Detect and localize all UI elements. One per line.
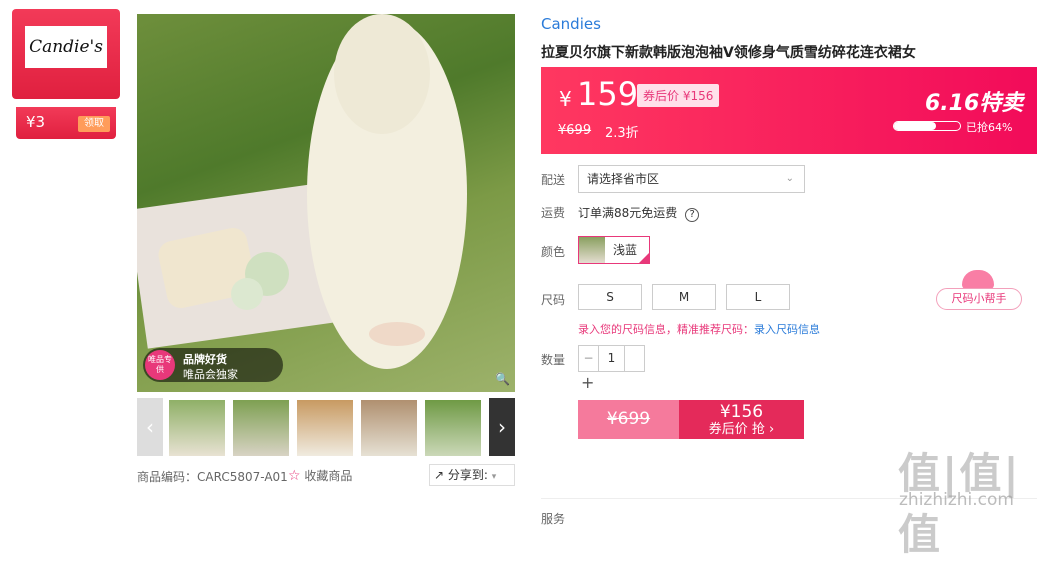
product-photo [137, 14, 467, 369]
brand-card[interactable]: Candie's ¥3 领取 [12, 9, 120, 139]
exclusive-badge-icon: 唯品专供 [145, 350, 175, 380]
color-label: 颜色 [541, 245, 566, 259]
size-option-s[interactable]: S [578, 284, 642, 310]
thumbnail[interactable] [361, 400, 417, 456]
share-label: 分享到: [447, 468, 488, 482]
coupon-value: ¥3 [26, 113, 46, 131]
size-option-m[interactable]: M [652, 284, 716, 310]
color-option-label: 浅蓝 [613, 243, 638, 257]
region-placeholder: 请选择省市区 [587, 172, 660, 186]
size-tip: 录入您的尺码信息，精准推荐尺码：录入尺码信息 [578, 321, 820, 337]
quantity-minus-button[interactable]: − [579, 346, 599, 371]
shipping-text: 订单满88元免运费 [578, 206, 678, 220]
promo-title: 6.16特卖 [925, 91, 1024, 116]
thumbnail[interactable] [169, 400, 225, 456]
size-option-l[interactable]: L [726, 284, 790, 310]
thumbnail-next-button[interactable]: › [489, 398, 515, 456]
sku-code: 商品编码：CARC5807-A01 [137, 468, 288, 485]
shipping-info: 订单满88元免运费 ? [578, 204, 700, 222]
brand-card-header: Candie's [12, 9, 120, 99]
color-swatch [579, 237, 605, 263]
share-icon: ↗ [434, 468, 445, 482]
exclusive-badge-title: 品牌好货 [183, 353, 227, 366]
chevron-down-icon: ▾ [491, 472, 497, 482]
current-price: 159 [577, 75, 639, 113]
sold-progress-bar [893, 121, 961, 131]
quantity-input[interactable]: 1 [599, 346, 624, 371]
delivery-label: 配送 [541, 173, 566, 187]
star-icon: ☆ [288, 468, 301, 484]
quantity-label: 数量 [541, 353, 566, 367]
brand-link[interactable]: Candies [541, 15, 601, 33]
sku-label: 商品编码： [137, 470, 198, 484]
original-price-button[interactable]: ¥699 [578, 400, 679, 439]
brand-coupon[interactable]: ¥3 领取 [16, 107, 116, 139]
exclusive-badge-subtitle: 唯品会独家 [183, 368, 238, 381]
quantity-plus-button[interactable]: + [581, 373, 594, 392]
thumbnail[interactable] [233, 400, 289, 456]
discount-rate: 2.3折 [605, 126, 639, 141]
chevron-down-icon: ⌄ [785, 173, 794, 184]
sku-value: CARC5807-A01 [197, 470, 288, 484]
sold-percent: 已抢64% [966, 121, 1013, 134]
size-helper-button[interactable]: 尺码小帮手 [936, 288, 1022, 310]
quantity-stepper-end [624, 346, 644, 371]
share-dropdown[interactable]: ↗ 分享到: ▾ [429, 464, 515, 486]
price-panel: ¥ 159 券后价 ¥156 ¥699 2.3折 6.16特卖 已抢64% [541, 67, 1037, 154]
shipping-label: 运费 [541, 206, 566, 220]
currency-symbol: ¥ [559, 87, 572, 111]
mascot-icon [962, 270, 994, 290]
sold-progress-fill [894, 122, 937, 130]
thumbnail-prev-button[interactable]: ‹ [137, 398, 163, 456]
quantity-stepper: − 1 [578, 345, 645, 372]
thumbnail[interactable] [425, 400, 481, 456]
brand-logo: Candie's [25, 26, 107, 68]
product-main-image[interactable]: 唯品专供 品牌好货 唯品会独家 🔍 [137, 14, 515, 392]
region-select[interactable]: 请选择省市区 ⌄ [578, 165, 805, 193]
zoom-icon[interactable]: 🔍 [495, 372, 511, 388]
buy-price: ¥156 [719, 402, 764, 422]
thumbnail-strip: ‹ › [137, 398, 515, 456]
exclusive-badge: 唯品专供 品牌好货 唯品会独家 [143, 348, 283, 382]
favorite-label: 收藏商品 [304, 469, 353, 483]
size-tip-text: 录入您的尺码信息，精准推荐尺码： [578, 323, 754, 336]
size-label: 尺码 [541, 293, 566, 307]
favorite-button[interactable]: ☆ 收藏商品 [288, 467, 352, 484]
coupon-claim-button[interactable]: 领取 [78, 116, 110, 132]
watermark-url: zhizhizhi.com [899, 490, 1014, 510]
help-icon[interactable]: ? [685, 208, 700, 222]
buy-now-button[interactable]: ¥156 券后价 抢 › [679, 400, 804, 439]
after-coupon-price: 券后价 ¥156 [637, 84, 720, 107]
buy-label: 券后价 抢 › [708, 422, 775, 437]
thumbnail[interactable] [297, 400, 353, 456]
selected-check-icon [638, 252, 650, 264]
product-title: 拉夏贝尔旗下新款韩版泡泡袖V领修身气质雪纺碎花连衣裙女 [541, 45, 916, 61]
original-price: ¥699 [558, 123, 592, 138]
color-option-light-blue[interactable]: 浅蓝 [578, 236, 650, 264]
size-entry-link[interactable]: 录入尺码信息 [754, 323, 820, 336]
